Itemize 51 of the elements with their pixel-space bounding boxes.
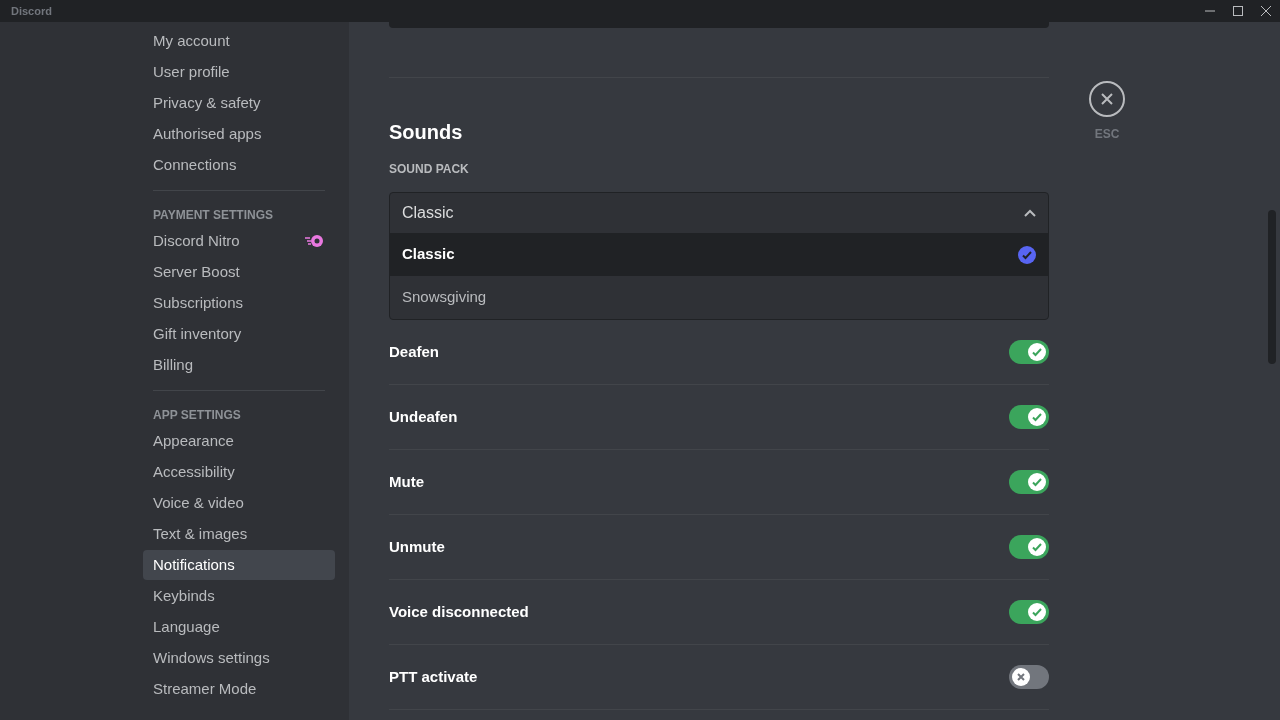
check-icon — [1018, 245, 1036, 264]
sidebar-item[interactable]: User profile — [143, 57, 335, 87]
toggle-label: PTT activate — [389, 666, 478, 687]
sidebar-item[interactable]: Privacy & safety — [143, 88, 335, 118]
toggle-switch[interactable] — [1009, 405, 1049, 429]
sidebar-item[interactable]: Appearance — [143, 426, 335, 456]
check-icon — [1031, 606, 1043, 618]
sidebar-item[interactable]: Notifications — [143, 550, 335, 580]
cross-icon — [1016, 672, 1026, 682]
toggle-label: Undeafen — [389, 406, 458, 427]
toggle-label: Voice disconnected — [389, 601, 529, 622]
check-icon — [1031, 346, 1043, 358]
sidebar-item[interactable]: Voice & video — [143, 488, 335, 518]
scrollbar-thumb[interactable] — [1268, 210, 1276, 364]
check-icon — [1031, 541, 1043, 553]
toggle-label: Unmute — [389, 536, 445, 557]
sidebar-item[interactable]: Billing — [143, 350, 335, 380]
field-label: SOUND PACK — [389, 161, 470, 178]
toggle-switch[interactable] — [1009, 600, 1049, 624]
dropdown-option[interactable]: Classic — [390, 233, 1048, 276]
sidebar-item[interactable]: Authorised apps — [143, 119, 335, 149]
dropdown-select[interactable]: Classic — [390, 193, 1048, 233]
section-header: PAYMENT SETTINGS — [152, 207, 275, 224]
sidebar-item[interactable]: Gift inventory — [143, 319, 335, 349]
toggle-label: Deafen — [389, 341, 440, 362]
toggle-label: Mute — [389, 471, 424, 492]
toggle-switch[interactable] — [1009, 665, 1049, 689]
dropdown-option[interactable]: Snowsgiving — [390, 276, 1048, 319]
caret-icon — [1024, 209, 1036, 217]
section-header: APP SETTINGS — [152, 407, 242, 424]
esc-label: ESC — [1094, 126, 1120, 143]
toggle-switch[interactable] — [1009, 470, 1049, 494]
sidebar-item[interactable]: Keybinds — [143, 581, 335, 611]
toggle-switch[interactable] — [1009, 535, 1049, 559]
sidebar-item[interactable]: Discord Nitro — [143, 226, 335, 256]
window-title: Discord — [10, 3, 52, 19]
sidebar-item[interactable]: Server Boost — [143, 257, 335, 287]
check-icon — [1031, 411, 1043, 423]
sidebar-item[interactable]: Subscriptions — [143, 288, 335, 318]
sidebar-item[interactable]: Connections — [143, 150, 335, 180]
sidebar-item[interactable]: My account — [143, 26, 335, 56]
section-title: Sounds — [389, 120, 464, 144]
sidebar-item[interactable]: Streamer Mode — [143, 674, 335, 704]
sidebar-item[interactable]: Text & images — [143, 519, 335, 549]
toggle-switch[interactable] — [1009, 340, 1049, 364]
close-button[interactable] — [1089, 81, 1125, 117]
check-icon — [1031, 476, 1043, 488]
sidebar-item[interactable]: Accessibility — [143, 457, 335, 487]
sidebar-item[interactable]: Windows settings — [143, 643, 335, 673]
close-icon — [1101, 93, 1113, 105]
sidebar-item[interactable]: Language — [143, 612, 335, 642]
